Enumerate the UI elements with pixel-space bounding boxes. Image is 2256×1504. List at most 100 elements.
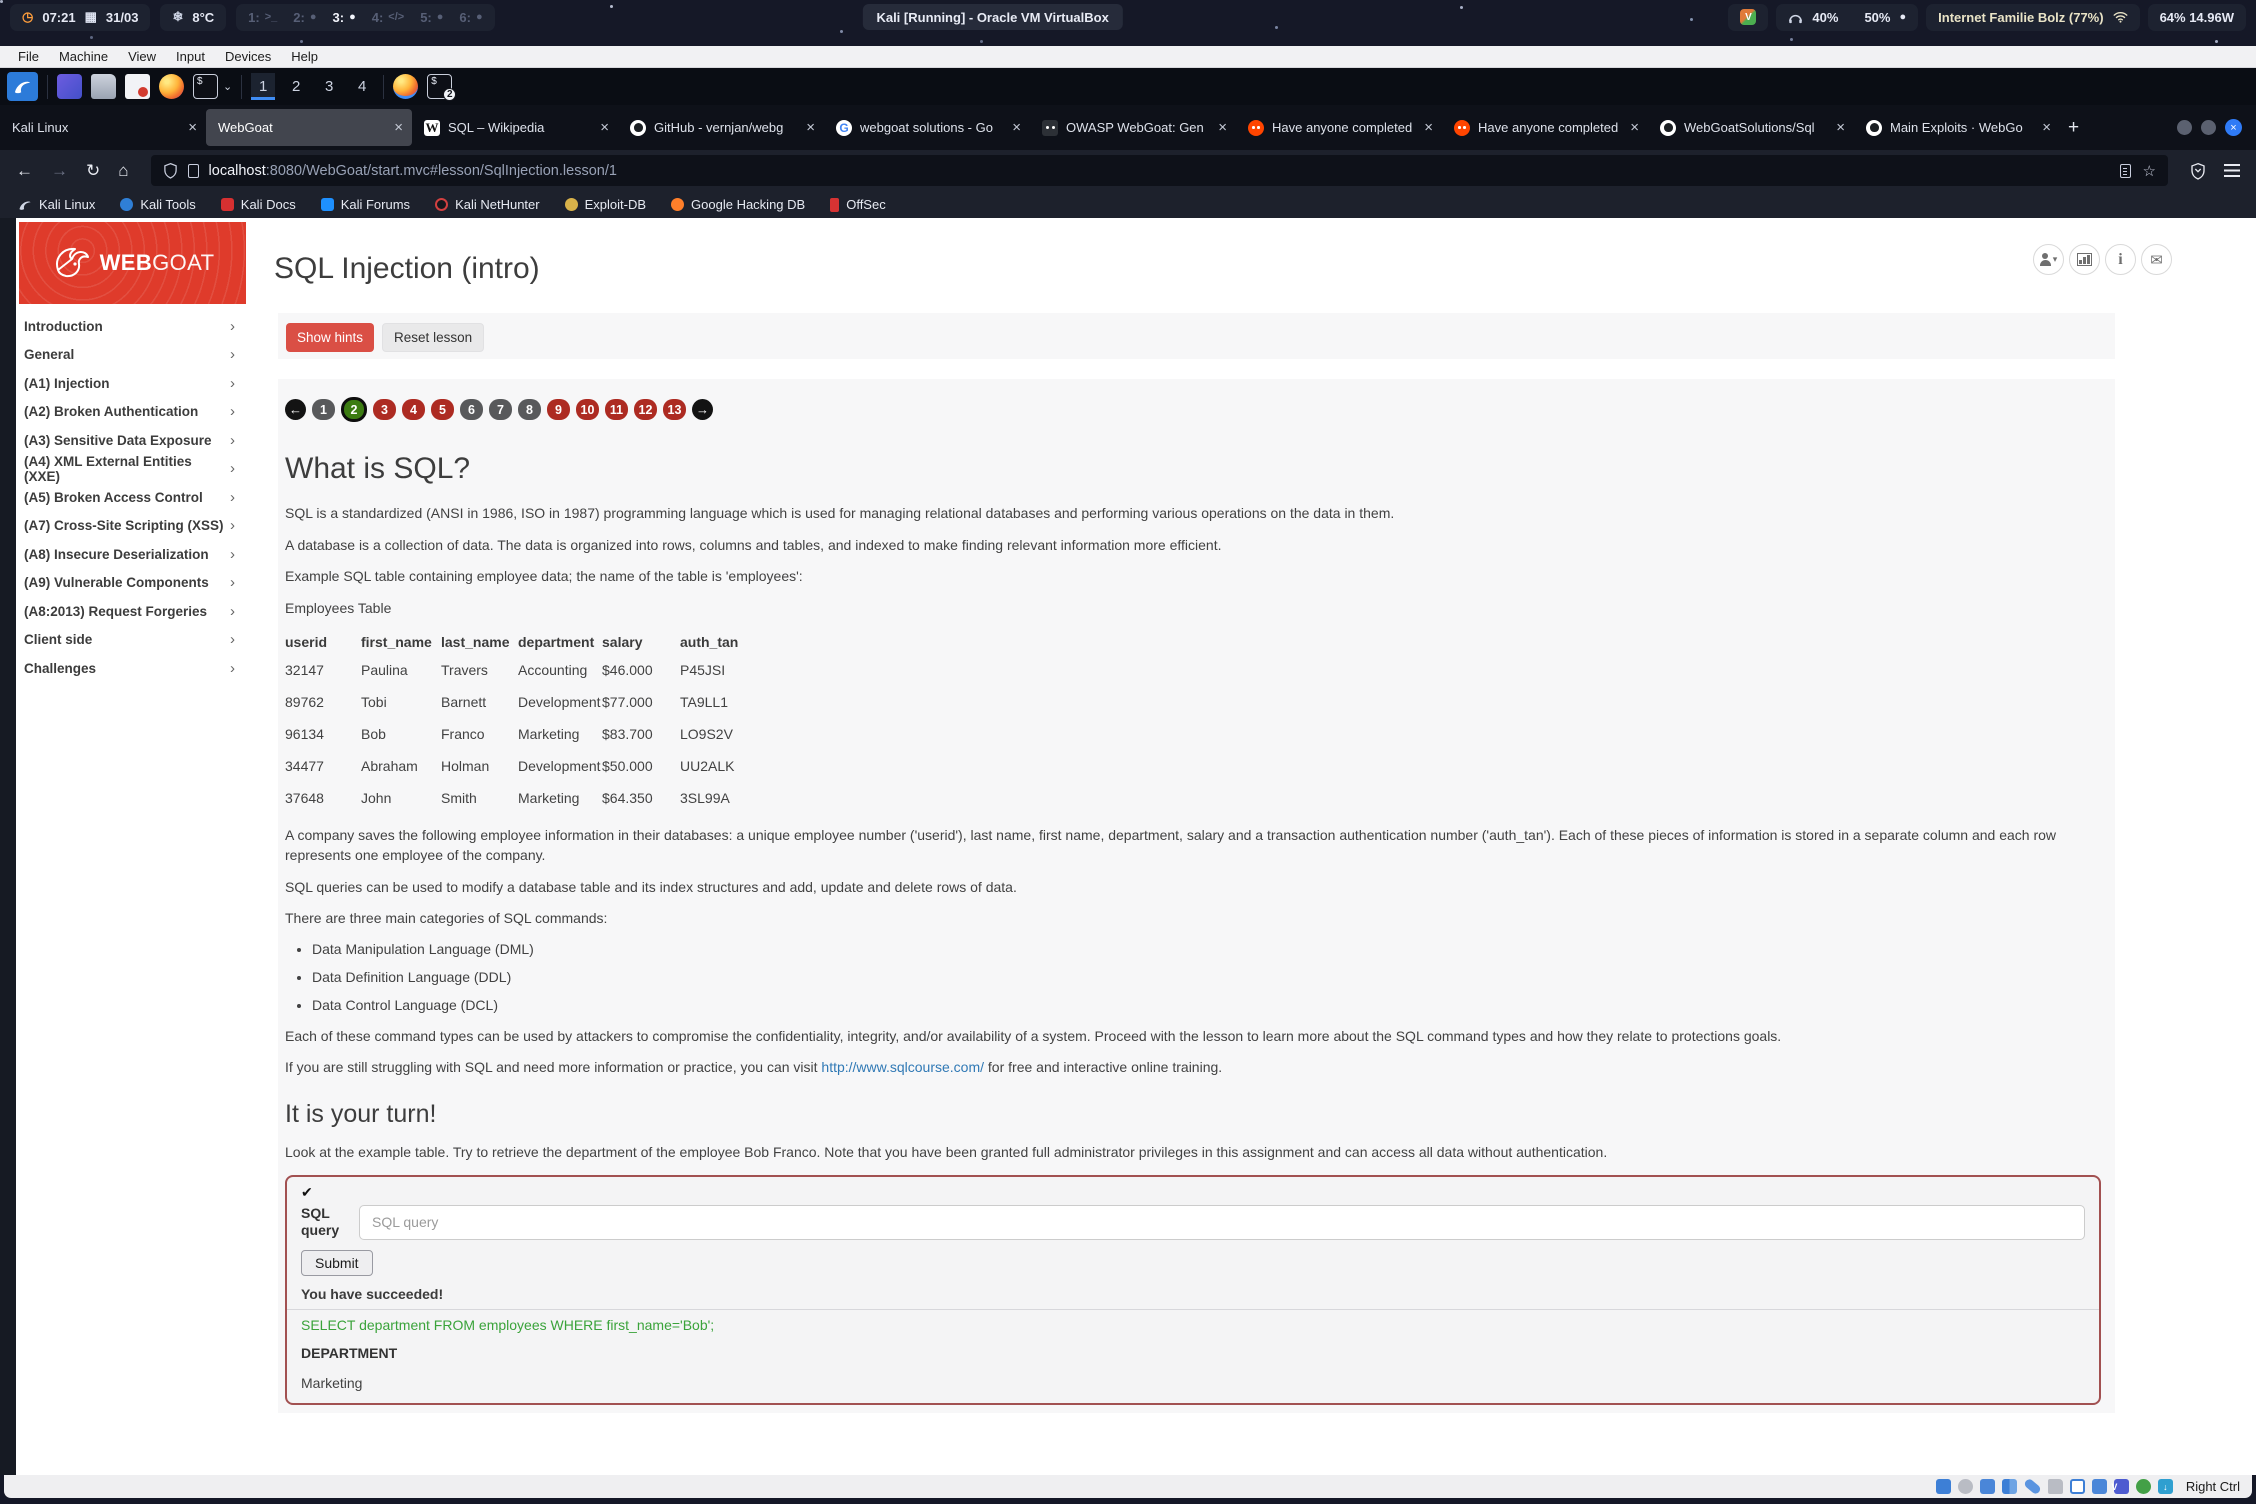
- taskbar-workspace-4[interactable]: 4: [350, 73, 374, 100]
- sidebar-item-a8-insecure-deserialization[interactable]: (A8) Insecure Deserialization›: [16, 540, 248, 569]
- menu-devices[interactable]: Devices: [215, 49, 281, 64]
- sidebar-item-a5-broken-access-control[interactable]: (A5) Broken Access Control›: [16, 483, 248, 512]
- new-tab-button[interactable]: +: [2068, 117, 2079, 139]
- app-grid-icon[interactable]: [57, 74, 82, 99]
- sidebar-item-a8-2013-request-forgeries[interactable]: (A8:2013) Request Forgeries›: [16, 597, 248, 626]
- shared-folders-icon[interactable]: [2048, 1479, 2063, 1494]
- sidebar-item-challenges[interactable]: Challenges›: [16, 654, 248, 683]
- next-page-button[interactable]: →: [692, 399, 713, 420]
- home-button[interactable]: ⌂: [118, 161, 128, 181]
- tab-github-vernjan[interactable]: GitHub - vernjan/webg ×: [618, 109, 824, 146]
- page-info-icon[interactable]: [188, 164, 199, 178]
- workspace-6[interactable]: 6:●: [459, 10, 482, 25]
- kali-menu-button[interactable]: [7, 72, 38, 101]
- url-bar[interactable]: localhost:8080/WebGoat/start.mvc#lesson/…: [151, 155, 2168, 186]
- report-card-button[interactable]: [2069, 244, 2100, 275]
- taskbar-workspace-1[interactable]: 1: [251, 73, 275, 100]
- back-button[interactable]: ←: [16, 161, 33, 181]
- bookmark-offsec[interactable]: OffSec: [830, 197, 886, 212]
- workspace-3-active[interactable]: 3:●: [333, 10, 356, 25]
- wifi-widget[interactable]: Internet Familie Bolz (77%): [1926, 4, 2139, 31]
- bookmark-star-icon[interactable]: ☆: [2143, 162, 2156, 180]
- minimize-button[interactable]: [2177, 120, 2192, 135]
- sidebar-item-a4-xxe[interactable]: (A4) XML External Entities (XXE)›: [16, 455, 248, 484]
- tab-google-search[interactable]: G webgoat solutions - Go ×: [824, 109, 1030, 146]
- menu-view[interactable]: View: [118, 49, 166, 64]
- tab-owasp-webgoat[interactable]: OWASP WebGoat: Gen ×: [1030, 109, 1236, 146]
- audio-brightness-widget[interactable]: 40% 50% ●: [1776, 4, 1918, 31]
- maximize-button[interactable]: [2201, 120, 2216, 135]
- show-hints-button[interactable]: Show hints: [286, 323, 374, 352]
- menu-input[interactable]: Input: [166, 49, 215, 64]
- contact-button[interactable]: ✉: [2141, 244, 2172, 275]
- usb-icon[interactable]: [2023, 1478, 2042, 1496]
- taskbar-workspace-3[interactable]: 3: [317, 73, 341, 100]
- bookmark-kali-linux[interactable]: Kali Linux: [18, 197, 95, 212]
- menu-hamburger-icon[interactable]: [2224, 164, 2240, 177]
- page-button-8[interactable]: 8: [518, 399, 541, 420]
- tab-close-icon[interactable]: ×: [188, 119, 197, 136]
- prev-page-button[interactable]: ←: [285, 399, 306, 420]
- submit-button[interactable]: Submit: [301, 1250, 373, 1276]
- tab-close-icon[interactable]: ×: [806, 119, 815, 136]
- bookmark-kali-docs[interactable]: Kali Docs: [221, 197, 296, 212]
- sidebar-item-a2-broken-authentication[interactable]: (A2) Broken Authentication›: [16, 398, 248, 427]
- menu-machine[interactable]: Machine: [49, 49, 118, 64]
- tab-close-icon[interactable]: ×: [2042, 119, 2051, 136]
- tab-close-icon[interactable]: ×: [394, 119, 403, 136]
- reset-lesson-button[interactable]: Reset lesson: [382, 323, 484, 352]
- features-icon[interactable]: V: [2114, 1479, 2129, 1494]
- page-button-2-current[interactable]: 2: [341, 397, 367, 422]
- text-editor-icon[interactable]: [125, 74, 150, 99]
- tab-webgoatsolutions[interactable]: WebGoatSolutions/Sql ×: [1648, 109, 1854, 146]
- webgoat-logo[interactable]: WEBGOAT: [19, 222, 246, 304]
- tab-close-icon[interactable]: ×: [1836, 119, 1845, 136]
- page-button-12[interactable]: 12: [634, 399, 657, 420]
- close-button[interactable]: ×: [2225, 119, 2242, 136]
- tab-close-icon[interactable]: ×: [600, 119, 609, 136]
- tab-close-icon[interactable]: ×: [1012, 119, 1021, 136]
- hard-disk-icon[interactable]: [1936, 1479, 1951, 1494]
- sidebar-item-a7-xss[interactable]: (A7) Cross-Site Scripting (XSS)›: [16, 512, 248, 541]
- tab-close-icon[interactable]: ×: [1630, 119, 1639, 136]
- sqlcourse-link[interactable]: http://www.sqlcourse.com/: [821, 1059, 984, 1075]
- taskbar-workspace-2[interactable]: 2: [284, 73, 308, 100]
- tab-close-icon[interactable]: ×: [1218, 119, 1227, 136]
- forward-button[interactable]: →: [51, 161, 68, 181]
- sidebar-item-introduction[interactable]: Introduction›: [16, 312, 248, 341]
- tab-sql-wikipedia[interactable]: W SQL – Wikipedia ×: [412, 109, 618, 146]
- terminal-running-icon[interactable]: 2: [427, 74, 452, 99]
- workspace-1[interactable]: 1:>_: [248, 10, 277, 25]
- workspace-2[interactable]: 2:●: [293, 10, 316, 25]
- chevron-down-icon[interactable]: ⌄: [223, 80, 232, 93]
- bookmark-kali-nethunter[interactable]: Kali NetHunter: [435, 197, 540, 212]
- sidebar-item-client-side[interactable]: Client side›: [16, 626, 248, 655]
- tab-main-exploits[interactable]: Main Exploits · WebGo ×: [1854, 109, 2060, 146]
- workspace-4[interactable]: 4:</>: [372, 10, 404, 25]
- page-button-3[interactable]: 3: [373, 399, 396, 420]
- mouse-integration-icon[interactable]: [2136, 1479, 2151, 1494]
- menu-file[interactable]: File: [8, 49, 49, 64]
- file-manager-icon[interactable]: [91, 74, 116, 99]
- sidebar-item-a1-injection[interactable]: (A1) Injection›: [16, 369, 248, 398]
- reader-mode-icon[interactable]: [2120, 164, 2131, 178]
- sidebar-item-general[interactable]: General›: [16, 341, 248, 370]
- recording-icon[interactable]: [2092, 1479, 2107, 1494]
- bookmark-exploit-db[interactable]: Exploit-DB: [565, 197, 646, 212]
- auto-resize-icon[interactable]: ↓: [2158, 1479, 2173, 1494]
- tab-close-icon[interactable]: ×: [1424, 119, 1433, 136]
- audio-icon[interactable]: [1980, 1479, 1995, 1494]
- terminal-launcher-icon[interactable]: [193, 74, 218, 99]
- reload-button[interactable]: ↻: [86, 161, 100, 181]
- page-button-13[interactable]: 13: [663, 399, 686, 420]
- tab-webgoat-active[interactable]: WebGoat ×: [206, 109, 412, 146]
- page-button-7[interactable]: 7: [489, 399, 512, 420]
- page-button-6[interactable]: 6: [460, 399, 483, 420]
- menu-help[interactable]: Help: [281, 49, 328, 64]
- sidebar-item-a3-sensitive-data-exposure[interactable]: (A3) Sensitive Data Exposure›: [16, 426, 248, 455]
- workspace-5[interactable]: 5:●: [420, 10, 443, 25]
- tab-reddit-2[interactable]: Have anyone completed ×: [1442, 109, 1648, 146]
- sql-query-input[interactable]: [359, 1205, 2085, 1240]
- bookmark-kali-forums[interactable]: Kali Forums: [321, 197, 410, 212]
- page-button-10[interactable]: 10: [576, 399, 599, 420]
